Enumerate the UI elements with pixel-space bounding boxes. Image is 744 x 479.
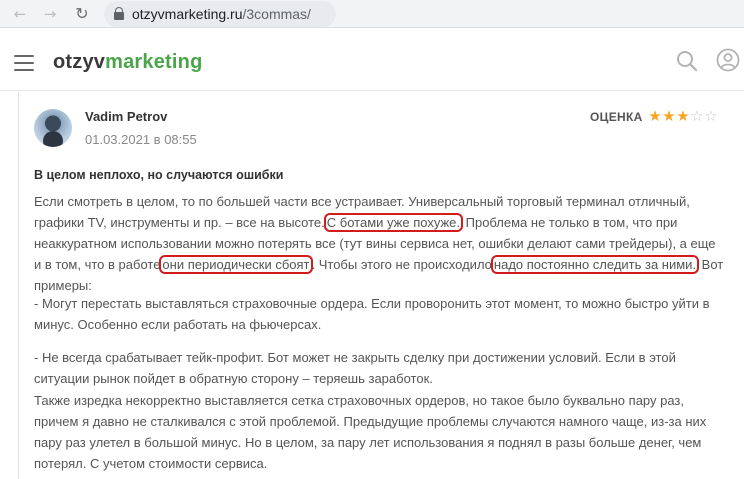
user-icon[interactable] xyxy=(716,48,740,72)
highlight-annotation: надо постоянно следить за ними. xyxy=(490,255,700,274)
search-icon[interactable] xyxy=(676,50,698,72)
site-header: otzyvmarketing xyxy=(0,28,744,91)
rating-label: ОЦЕНКА xyxy=(590,110,643,124)
star-filled-icon: ★ xyxy=(662,107,676,125)
star-filled-icon: ★ xyxy=(676,107,690,125)
highlight-annotation: С ботами уже похуже. xyxy=(323,213,464,232)
review-text-segment: . Чтобы этого не происходило xyxy=(311,257,492,272)
star-filled-icon: ★ xyxy=(648,107,662,125)
review-paragraph-2: - Могут перестать выставляться страховоч… xyxy=(34,296,710,332)
browser-toolbar: ← → ↻ otzyvmarketing.ru/3commas/ xyxy=(0,0,744,28)
site-logo[interactable]: otzyvmarketing xyxy=(53,50,203,74)
rating-stars: ★★★☆☆ xyxy=(648,107,718,125)
review-paragraph-1: Если смотреть в целом, то по большей час… xyxy=(34,191,724,296)
hamburger-menu-icon[interactable] xyxy=(14,55,34,71)
review-title: В целом неплохо, но случаются ошибки xyxy=(34,168,284,182)
url-domain: otzyvmarketing.ru xyxy=(132,6,243,22)
lock-icon[interactable] xyxy=(114,7,124,20)
star-empty-icon: ☆ xyxy=(690,107,704,125)
logo-part-2: marketing xyxy=(105,51,203,73)
review-date: 01.03.2021 в 08:55 xyxy=(85,132,197,147)
url-text: otzyvmarketing.ru/3commas/ xyxy=(132,6,311,22)
forward-arrow-icon[interactable]: → xyxy=(40,4,60,24)
review-paragraph-3: - Не всегда срабатывает тейк-профит. Бот… xyxy=(34,350,676,386)
star-empty-icon: ☆ xyxy=(704,107,718,125)
url-path: /3commas/ xyxy=(242,6,311,22)
reload-icon[interactable]: ↻ xyxy=(72,4,92,24)
back-arrow-icon[interactable]: ← xyxy=(10,4,30,24)
review-paragraph-4: Также изредка некорректно выставляется с… xyxy=(34,393,707,471)
address-bar[interactable]: otzyvmarketing.ru/3commas/ xyxy=(104,1,336,27)
logo-part-1: otzyv xyxy=(53,51,106,73)
highlight-annotation: они периодически сбоят xyxy=(159,255,313,274)
review-author[interactable]: Vadim Petrov xyxy=(85,109,167,125)
review-card: Vadim Petrov 01.03.2021 в 08:55 ОЦЕНКА ★… xyxy=(18,92,744,479)
avatar xyxy=(34,109,72,147)
header-divider xyxy=(0,90,744,91)
